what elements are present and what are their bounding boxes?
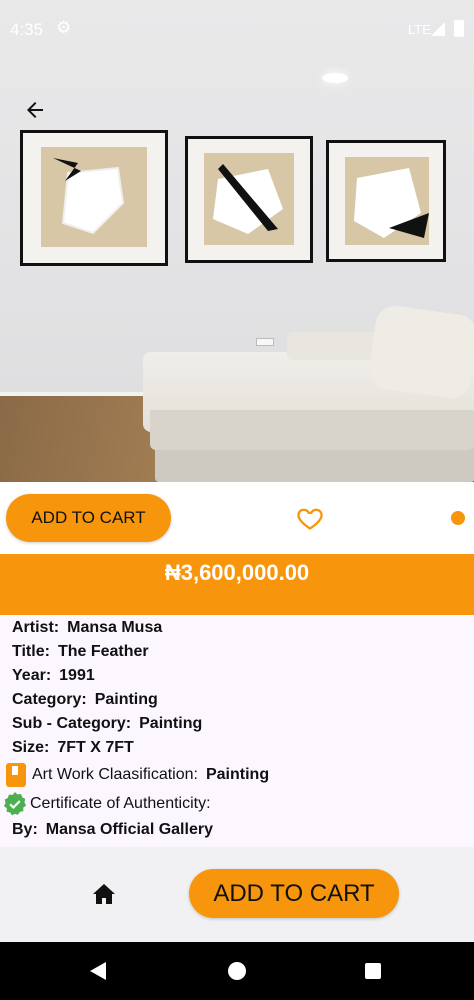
signal-icon [431,22,445,36]
scribble-art [53,158,125,235]
nav-recents-icon[interactable] [365,963,381,979]
pillow [366,303,474,401]
battery-icon [454,20,464,37]
detail-label: Artist: [12,619,60,636]
detail-subcategory: Sub - Category: Painting [12,715,202,737]
bed-side [150,410,474,450]
detail-label: Sub - Category: [12,715,132,732]
detail-value: 7FT X 7FT [57,739,134,756]
bottom-bar: ADD TO CART [0,847,474,942]
status-time: 4:35 [10,20,44,39]
pillow [287,332,383,360]
detail-value: Painting [205,766,270,784]
detail-title: Title: The Feather [12,643,149,665]
detail-value: Mansa Official Gallery [45,821,213,838]
indicator-dot [451,511,465,525]
artwork-photo [0,0,474,482]
artwork-details: Artist: Mansa Musa Title: The Feather Year… [0,615,474,847]
artwork-frame-left [20,130,168,266]
nav-home-icon[interactable] [228,962,246,980]
detail-value: The Feather [57,643,149,660]
detail-value: 1991 [59,667,95,684]
artwork-frame-right [326,140,446,262]
action-row: ADD TO CART [0,482,474,554]
home-icon[interactable] [91,883,117,905]
price-text: ₦3,600,000.00 [164,560,310,585]
detail-label: Year: [12,667,52,684]
scribble-art [213,164,283,234]
artwork-frame-center [185,136,313,263]
detail-by: By: Mansa Official Gallery [12,821,213,843]
wall-outlet [256,338,274,346]
nav-back-icon[interactable] [90,962,106,980]
status-bar: 4:35 ⚙ LTE [0,0,474,60]
detail-size: Size: 7FT X 7FT [12,739,134,761]
detail-label: Art Work Claasification: [32,766,198,784]
detail-value: Painting [139,715,203,732]
add-to-cart-button[interactable]: ADD TO CART [6,494,171,542]
detail-artist: Artist: Mansa Musa [12,619,162,641]
gear-icon: ⚙ [56,18,72,37]
detail-label: By: [12,821,38,838]
book-icon [6,763,26,787]
detail-label: Title: [12,643,50,660]
network-type: LTE [408,22,431,37]
arrow-left-icon [27,102,43,118]
verified-badge-icon [3,792,27,816]
ceiling-light [322,73,348,83]
detail-classification: Art Work Claasification: Painting [6,763,270,787]
detail-value: Painting [94,691,158,708]
detail-certificate: Certificate of Authenticity: [2,791,211,816]
heart-icon[interactable] [296,504,324,532]
back-button[interactable] [20,95,50,125]
detail-label: Category: [12,691,87,708]
detail-label: Certificate of Authenticity: [30,795,211,813]
price-bar: ₦3,600,000.00 [0,554,474,615]
detail-value: Mansa Musa [67,619,163,636]
detail-year: Year: 1991 [12,667,95,689]
add-to-cart-button-bottom[interactable]: ADD TO CART [189,869,399,918]
detail-label: Size: [12,739,50,756]
system-nav-bar [0,942,474,1000]
detail-category: Category: Painting [12,691,158,713]
scribble-art [354,168,429,238]
